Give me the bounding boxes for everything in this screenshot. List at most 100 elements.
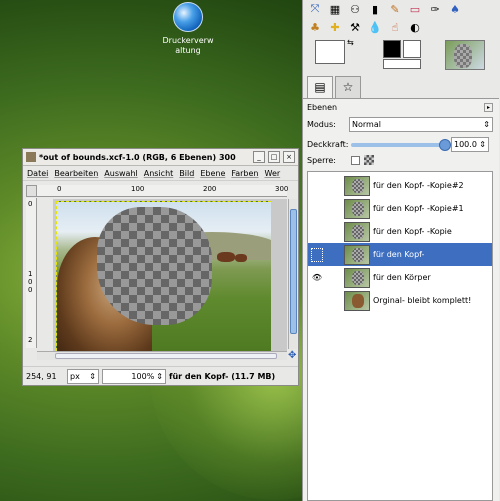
tool-row-2: ♣ ✚ ⚒ 💧 ☝ ◐ [303,18,500,36]
layer-name: für den Körper [373,273,431,282]
minimize-button[interactable]: _ [253,151,265,163]
stamp-tool-icon[interactable]: ♣ [307,21,323,34]
pencil-tool-icon[interactable]: ✎ [387,3,403,16]
layers-title: Ebenen [307,103,338,112]
menu-bild[interactable]: Bild [179,169,194,180]
layer-thumbnail [344,175,370,196]
tab-layers[interactable]: ▤ [307,76,333,98]
mode-row: Modus: Normal ⇕ [307,117,493,132]
maximize-button[interactable]: □ [268,151,280,163]
layer-thumbnail [344,290,370,311]
lock-pixels-checkbox[interactable] [351,155,360,165]
layer-thumbnail [344,267,370,288]
menu-ansicht[interactable]: Ansicht [144,169,174,180]
airbrush-tool-icon[interactable]: ✑ [427,3,443,16]
active-image-thumbnail[interactable] [445,40,485,70]
vertical-scrollbar[interactable] [288,199,297,349]
menu-bearbeiten[interactable]: Bearbeiten [54,169,98,180]
layer-link-toggle[interactable] [326,201,344,217]
unit-select[interactable]: px ⇕ [67,368,99,384]
ruler-v-label: 0 [28,200,33,208]
spin-arrows-icon: ⇕ [156,371,163,381]
navigate-icon[interactable]: ✥ [288,351,298,361]
horizontal-ruler[interactable]: 0 100 200 300 [37,185,289,197]
ruler-v-label: 2 [28,336,33,344]
layer-link-toggle[interactable] [326,178,344,194]
horizontal-scroll-thumb[interactable] [55,353,277,359]
dodge-tool-icon[interactable]: ◐ [407,21,423,34]
close-button[interactable]: × [283,151,295,163]
ruler-h-label: 0 [57,185,62,193]
vertical-scroll-thumb[interactable] [290,209,297,334]
foreground-color[interactable] [315,40,345,64]
zoom-select[interactable]: 100% ⇕ [102,368,166,384]
panel-menu-icon[interactable]: ▸ [484,103,493,112]
transparent-region [97,207,212,325]
smudge-tool-icon[interactable]: ☝ [387,21,403,34]
swap-colors-icon[interactable]: ⇆ [347,38,354,47]
gradient-swatch[interactable] [383,59,421,69]
lock-alpha-icon[interactable] [364,155,374,165]
layer-link-toggle[interactable] [326,270,344,286]
tab-undo[interactable]: ☆ [335,76,361,98]
layer-row[interactable]: für den Kopf- -Kopie#1 [308,197,492,220]
layer-row[interactable]: für den Kopf- -Kopie#2 [308,174,492,197]
ruler-origin-button[interactable] [26,185,37,197]
mode-select[interactable]: Normal ⇕ [349,117,493,132]
desktop-icon-printer-admin[interactable]: Druckerverw altung [158,2,218,56]
unit-value: px [70,371,80,381]
move-tool-icon[interactable]: ⤧ [307,2,323,16]
bucket-tool-icon[interactable]: ▮ [367,3,383,16]
ruler-h-label: 300 [275,185,289,193]
pointer-coords: 254, 91 [26,371,57,381]
layer-link-toggle[interactable] [326,224,344,240]
toolbox-dock: ⤧ ▦ ⚇ ▮ ✎ ▭ ✑ ♠ ♣ ✚ ⚒ 💧 ☝ ◐ ⇆ ▤ ☆ Ebenen… [302,0,500,501]
layer-name: Orginal- bleibt komplett! [373,296,472,305]
heal-tool-icon[interactable]: ✚ [327,21,343,34]
image-canvas[interactable] [53,199,287,351]
align-tool-icon[interactable]: ▦ [327,3,343,16]
perspective-clone-icon[interactable]: ⚒ [347,21,363,34]
spin-arrows-icon: ⇕ [483,120,490,129]
layer-link-toggle[interactable] [326,293,344,309]
visibility-eye-icon[interactable] [311,247,323,262]
image-window-titlebar[interactable]: *out of bounds.xcf-1.0 (RGB, 6 Ebenen) 3… [23,149,298,166]
lock-label: Sperre: [307,155,336,165]
lock-row: Sperre: [307,155,374,165]
ruler-h-label: 200 [203,185,217,193]
horizontal-scrollbar[interactable] [37,351,287,360]
menu-ebene[interactable]: Ebene [200,169,225,180]
menu-werkzeuge[interactable]: Wer [265,169,281,180]
layer-row[interactable]: Orginal- bleibt komplett! [308,289,492,312]
ruler-v-label: 0 [28,286,33,294]
menu-farben[interactable]: Farben [231,169,258,180]
menu-auswahl[interactable]: Auswahl [104,169,137,180]
layer-row[interactable]: für den Kopf- [308,243,492,266]
white-pattern-swatch[interactable] [403,40,421,58]
layer-link-toggle[interactable] [326,247,344,263]
zoom-value: 100% [131,371,155,381]
opacity-spinner[interactable]: 100.0 ⇕ [451,137,489,152]
vertical-ruler[interactable]: 0 1 0 0 2 [26,198,37,348]
blur-tool-icon[interactable]: 💧 [367,21,383,34]
spin-arrows-icon: ⇕ [479,140,486,149]
dock-tabs: ▤ ☆ [307,76,361,98]
layer-row[interactable]: für den Kopf- -Kopie [308,220,492,243]
opacity-slider[interactable] [351,138,451,151]
opacity-value: 100.0 [454,140,477,149]
window-title: *out of bounds.xcf-1.0 (RGB, 6 Ebenen) 3… [39,152,236,162]
mode-value: Normal [352,120,381,129]
clone-tool-icon[interactable]: ⚇ [347,3,363,16]
opacity-row: Deckkraft: 100.0 ⇕ [307,137,493,152]
layer-thumbnail [344,221,370,242]
spin-arrows-icon: ⇕ [89,371,96,381]
ink-tool-icon[interactable]: ♠ [447,3,463,16]
cow [235,254,247,262]
eraser-tool-icon[interactable]: ▭ [407,3,423,16]
menu-datei[interactable]: Datei [27,169,48,180]
layer-row[interactable]: 👁 für den Körper [308,266,492,289]
ruler-v-label: 0 [28,278,33,286]
black-brush-swatch[interactable] [383,40,401,58]
opacity-slider-knob[interactable] [439,138,451,151]
visibility-eye-icon[interactable]: 👁 [308,273,326,282]
